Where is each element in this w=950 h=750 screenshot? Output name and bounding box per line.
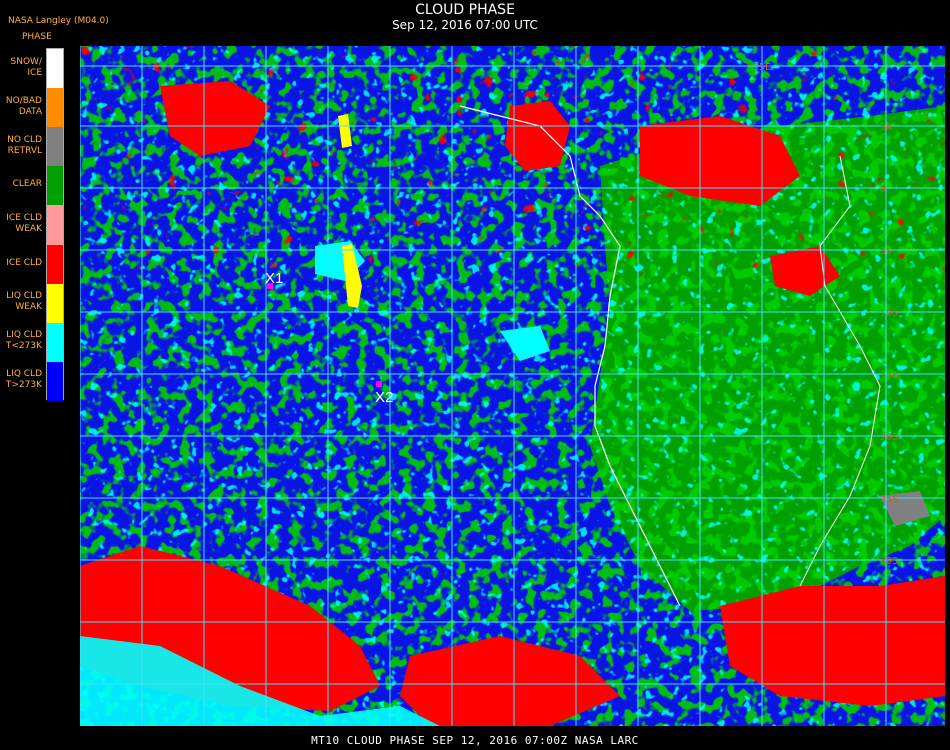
latitude-label: 25S [880,494,898,505]
legend-swatch [47,166,63,206]
footer-caption: MT10 CLOUD PHASE SEP 12, 2016 07:00Z NAS… [311,734,639,747]
cloud-phase-map[interactable]: 25E 5N 0 5S 10S 15S 20S 25S 30S X1 X2 [80,46,945,726]
marker-x2-dot[interactable] [376,381,382,387]
latitude-label: 10S [880,308,898,319]
legend-item-label: CLEAR [12,179,42,190]
latitude-label: 30S [880,556,898,567]
legend-swatch [47,361,63,401]
legend-color-bar [46,48,64,401]
legend-item-label: NO CLD RETRVL [7,134,42,156]
title-block: CLOUD PHASE Sep 12, 2016 07:00 UTC [320,2,610,32]
legend-swatch [47,127,63,167]
legend-item-label: LIQ CLD WEAK [6,291,42,313]
latitude-label: 15S [880,370,898,381]
legend-org-label: NASA Langley (M04.0) [8,16,109,26]
legend-heading: PHASE [22,32,52,42]
legend-swatch [47,244,63,284]
legend-swatch [47,322,63,362]
latitude-label: 5S [880,246,892,257]
legend-swatch [47,49,63,89]
legend-item-label: LIQ CLD T<273K [5,330,42,352]
legend-item-label: NO/BAD DATA [5,95,42,117]
marker-x1[interactable]: X1 [265,270,283,289]
legend-item-label: SNOW/ ICE [10,56,42,78]
ice-cloud-texture-north [80,46,945,276]
legend-item-label: LIQ CLD T>273K [5,369,42,391]
legend-item-label: ICE CLD [6,257,42,268]
marker-x2-label: X2 [375,389,393,406]
legend-swatch [47,283,63,323]
map-canvas: 25E 5N 0 5S 10S 15S 20S 25S 30S X1 X2 [80,46,945,726]
latitude-label: 5N [880,122,892,133]
marker-x1-label: X1 [265,270,283,287]
legend-item-label: ICE CLD WEAK [6,213,42,234]
page-title: CLOUD PHASE [415,2,515,18]
page-subtitle: Sep 12, 2016 07:00 UTC [392,18,538,32]
legend-swatch [47,88,63,128]
latitude-label: 0 [880,184,886,195]
latitude-label: 25E [753,62,771,73]
latitude-label: 20S [880,432,898,443]
legend-swatch [47,205,63,245]
